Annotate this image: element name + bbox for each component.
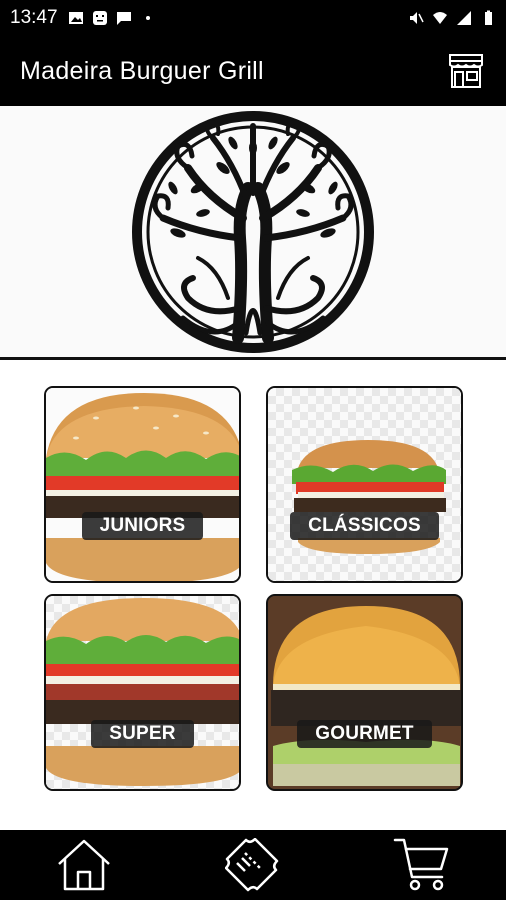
category-label: CLÁSSICOS — [268, 512, 461, 540]
message-icon — [116, 12, 131, 25]
nav-home-button[interactable] — [49, 835, 119, 895]
category-label: JUNIORS — [46, 512, 239, 540]
dot-icon — [145, 16, 150, 20]
category-grid: JUNIORS CLÁSSICOS SUPER GOURMET — [44, 386, 464, 791]
banner-divider — [0, 357, 506, 360]
ticket-icon — [224, 838, 279, 892]
status-time: 13:47 — [10, 7, 58, 28]
burger-image — [46, 598, 239, 786]
wifi-icon — [433, 12, 447, 24]
notification-icons — [68, 10, 156, 26]
store-button[interactable] — [446, 51, 486, 91]
category-label: GOURMET — [268, 720, 461, 748]
store-icon — [449, 54, 483, 88]
tree-of-life-logo — [132, 111, 374, 353]
system-icons — [408, 10, 496, 26]
burger-image — [46, 388, 239, 581]
category-label: SUPER — [46, 720, 239, 748]
category-card-gourmet[interactable]: GOURMET — [266, 594, 463, 791]
home-icon — [58, 839, 111, 891]
battery-icon — [485, 10, 492, 25]
category-card-juniors[interactable]: JUNIORS — [44, 386, 241, 583]
bottom-nav — [0, 830, 506, 900]
app-title: Madeira Burguer Grill — [20, 56, 264, 85]
status-bar: 13:47 — [0, 0, 506, 36]
burger-image — [292, 440, 446, 554]
app-bar: Madeira Burguer Grill — [0, 36, 506, 106]
nav-cart-button[interactable] — [387, 835, 457, 895]
banner — [0, 106, 506, 358]
category-card-classicos[interactable]: CLÁSSICOS — [266, 386, 463, 583]
signal-icon — [457, 11, 471, 25]
category-card-super[interactable]: SUPER — [44, 594, 241, 791]
image-icon — [68, 12, 83, 24]
burger-image — [268, 596, 461, 789]
nav-coupons-button[interactable] — [218, 835, 288, 895]
cart-icon — [393, 838, 448, 891]
face-icon — [92, 11, 107, 25]
mute-icon — [410, 12, 424, 24]
